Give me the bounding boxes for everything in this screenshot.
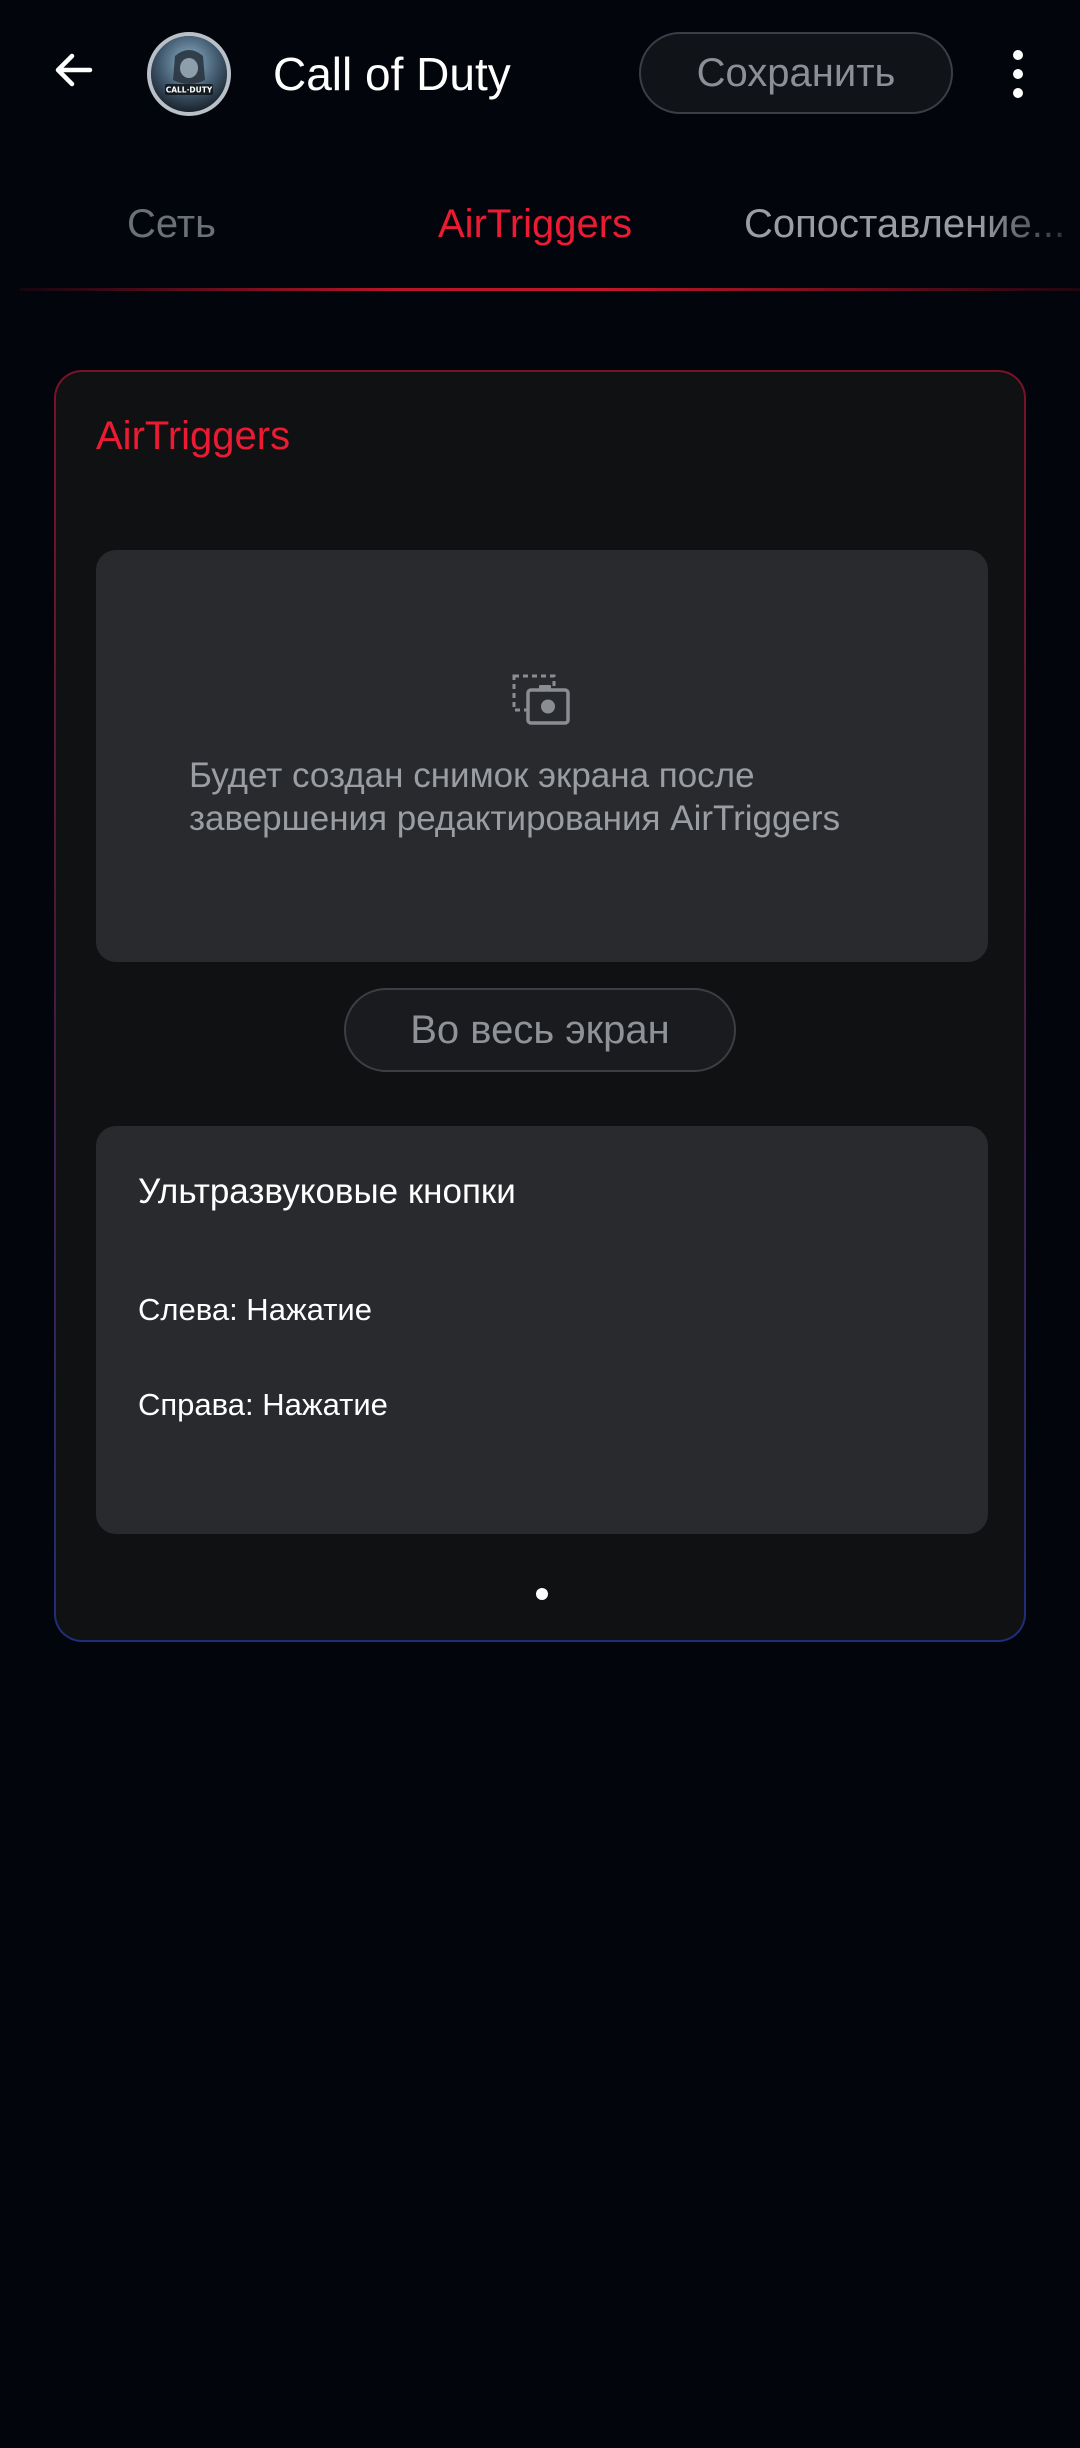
ultrasonic-buttons-panel[interactable]: Ультразвуковые кнопки Слева: Нажатие Спр… (96, 1126, 988, 1534)
app-bar: CALL·DUTY Call of Duty Сохранить (0, 0, 1080, 150)
ultrasonic-title: Ультразвуковые кнопки (138, 1172, 516, 1211)
tab-key-mapping[interactable]: Сопоставление... (744, 194, 1080, 254)
fullscreen-button[interactable]: Во весь экран (344, 988, 736, 1072)
screenshot-preview: Будет создан снимок экрана после заверше… (96, 550, 988, 962)
back-button[interactable] (40, 36, 108, 104)
avatar-logo-text: CALL·DUTY (166, 86, 213, 95)
more-options-button[interactable] (996, 40, 1040, 108)
preview-description: Будет создан снимок экрана после заверше… (189, 756, 841, 838)
tab-network[interactable]: Сеть (127, 194, 216, 254)
more-vert-icon (1013, 50, 1023, 60)
app-avatar: CALL·DUTY (147, 32, 231, 116)
ultrasonic-left-action: Слева: Нажатие (138, 1292, 372, 1327)
screenshot-icon (512, 674, 570, 725)
save-button[interactable]: Сохранить (639, 32, 953, 114)
arrow-left-icon (55, 53, 93, 87)
tab-indicator (20, 288, 1080, 291)
ultrasonic-right-action: Справа: Нажатие (138, 1387, 388, 1422)
page-indicator-dot (536, 1588, 548, 1600)
tab-bar: Сеть AirTriggers Сопоставление... (0, 180, 1080, 300)
app-title: Call of Duty (273, 48, 511, 100)
call-of-duty-logo-icon: CALL·DUTY (151, 36, 227, 112)
tab-airtriggers[interactable]: AirTriggers (438, 194, 632, 254)
airtriggers-card: AirTriggers Будет создан снимок экрана п… (54, 370, 1026, 1642)
card-title: AirTriggers (96, 414, 291, 458)
